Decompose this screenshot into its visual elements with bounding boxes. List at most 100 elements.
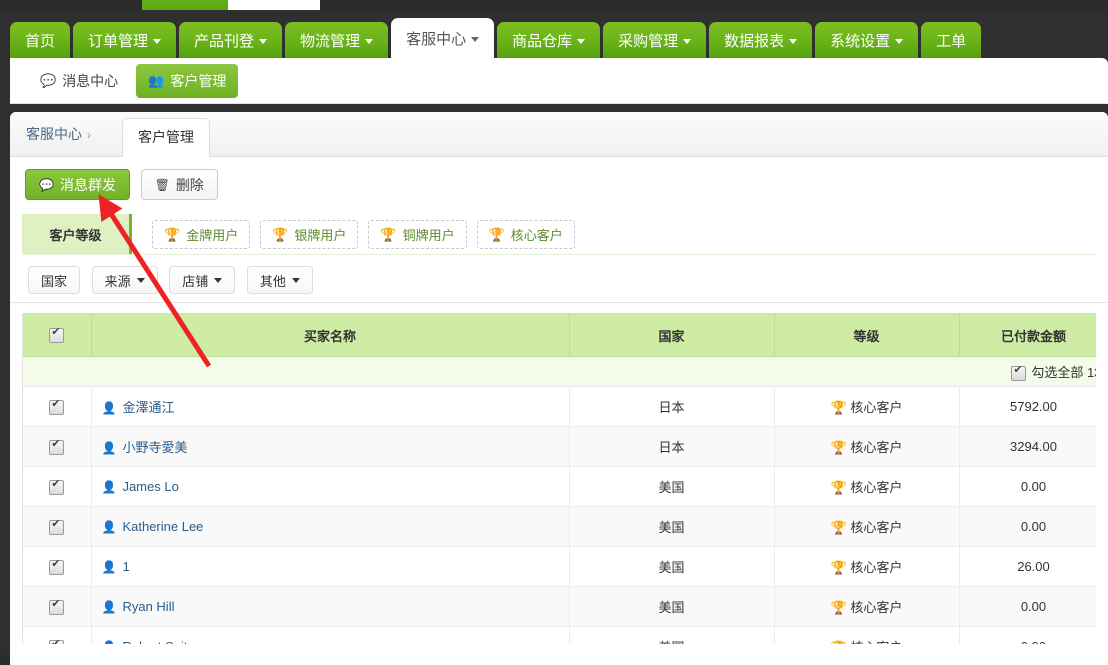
- level-option-silver[interactable]: 🏆 银牌用户: [260, 219, 359, 249]
- row-checkbox-cell[interactable]: [23, 586, 92, 627]
- subnav-item-customer-management[interactable]: 👥 客户管理: [136, 64, 239, 98]
- trophy-icon: 🏆: [380, 226, 397, 242]
- chevron-down-icon: [365, 38, 374, 44]
- nav-tab-system-settings[interactable]: 系统设置: [815, 22, 919, 62]
- subnav-divider: [10, 103, 1108, 104]
- nav-tab-product-listing[interactable]: 产品刊登: [179, 22, 283, 62]
- row-buyer-name[interactable]: Ryan Hill: [122, 599, 174, 614]
- filter-source-button[interactable]: 来源: [91, 266, 158, 294]
- row-checkbox[interactable]: [49, 478, 65, 495]
- select-all-checkbox[interactable]: [49, 326, 65, 344]
- level-option-core[interactable]: 🏆 核心客户: [476, 219, 575, 249]
- row-checkbox[interactable]: [49, 558, 65, 575]
- row-checkbox-cell[interactable]: [23, 426, 92, 467]
- row-level-label: 核心客户: [850, 560, 903, 575]
- partial-tab-white: [228, 0, 320, 10]
- subnav-item-message-center-label: 消息中心: [62, 73, 119, 89]
- column-select-all[interactable]: [23, 314, 92, 357]
- person-icon: 👤: [102, 640, 117, 644]
- table-row[interactable]: 👤 Ryan Hill 美国 🏆 核心客户 0.00: [23, 586, 1096, 627]
- table-row[interactable]: 👤1 美国 🏆 核心客户 26.00: [23, 546, 1096, 587]
- table-header-row: 买家名称 国家 等级 已付款金额: [23, 314, 1096, 357]
- nav-tab-purchasing[interactable]: 采购管理: [603, 22, 707, 62]
- row-buyer-name-cell: 👤 Ryan Hill: [91, 586, 570, 627]
- breadcrumb-bar: 客服中心 › 客户管理: [10, 112, 1108, 157]
- row-checkbox[interactable]: [49, 518, 65, 535]
- chevron-down-icon: [136, 277, 145, 283]
- row-buyer-name-cell: 👤 小野寺愛美: [91, 426, 570, 467]
- nav-tab-order-management[interactable]: 订单管理: [73, 22, 177, 62]
- nav-tab-home-label: 首页: [25, 33, 56, 50]
- breadcrumb-current-tab-label: 客户管理: [138, 129, 194, 145]
- filter-store-button[interactable]: 店铺: [169, 266, 236, 294]
- chevron-down-icon: [471, 36, 480, 42]
- breadcrumb-root[interactable]: 客服中心 ›: [26, 112, 91, 156]
- primary-nav-tabs: 首页 订单管理 产品刊登 物流管理 客服中心 商品仓库 采购管理 数据报表 系统…: [10, 18, 982, 62]
- row-checkbox-cell[interactable]: [23, 506, 92, 547]
- level-option-gold[interactable]: 🏆 金牌用户: [152, 219, 251, 249]
- filter-country-button[interactable]: 国家: [28, 266, 81, 294]
- column-paid-amount[interactable]: 已付款金额: [959, 314, 1096, 357]
- column-country[interactable]: 国家: [569, 314, 775, 357]
- chevron-down-icon: [291, 277, 300, 283]
- chevron-down-icon: [577, 38, 586, 44]
- row-buyer-name[interactable]: 金澤通江: [122, 400, 174, 415]
- row-buyer-name[interactable]: Katherine Lee: [122, 519, 203, 534]
- row-checkbox[interactable]: [49, 638, 65, 644]
- row-level-label: 核心客户: [850, 400, 903, 415]
- row-buyer-name[interactable]: James Lo: [122, 479, 178, 494]
- row-country-cell: 美国: [569, 626, 775, 644]
- subnav-item-message-center[interactable]: 💬 消息中心: [28, 64, 130, 98]
- person-icon: 👤: [101, 441, 117, 455]
- filter-other-button[interactable]: 其他: [246, 266, 313, 294]
- select-all-banner[interactable]: 勾选全部 1315 项: [1011, 364, 1096, 382]
- table-row[interactable]: 👤 James Lo 美国 🏆 核心客户 0.00: [23, 466, 1096, 507]
- nav-tab-reports[interactable]: 数据报表: [709, 22, 813, 62]
- row-checkbox[interactable]: [49, 398, 65, 415]
- nav-tab-warehouse[interactable]: 商品仓库: [497, 22, 601, 62]
- row-level-cell: 🏆 核心客户: [774, 626, 960, 644]
- filter-store-label: 店铺: [182, 273, 209, 289]
- column-level[interactable]: 等级: [774, 314, 960, 357]
- table-row[interactable]: 👤 Katherine Lee 美国 🏆 核心客户 0.00: [23, 506, 1096, 547]
- select-all-banner-row: 勾选全部 1315 项: [23, 356, 1096, 387]
- delete-button[interactable]: 🗑 删除: [140, 169, 218, 200]
- table-row[interactable]: 👤 小野寺愛美 日本 🏆 核心客户 3294.00: [23, 426, 1096, 467]
- row-buyer-name[interactable]: Robert Spitzer: [122, 639, 205, 644]
- row-checkbox-cell[interactable]: [23, 386, 92, 427]
- row-checkbox[interactable]: [49, 438, 65, 455]
- nav-tab-home[interactable]: 首页: [10, 22, 71, 62]
- select-all-items-checkbox[interactable]: [1011, 364, 1027, 382]
- chevron-down-icon: [259, 38, 268, 44]
- row-checkbox-cell[interactable]: [23, 546, 92, 587]
- nav-tab-tickets[interactable]: 工单: [921, 22, 982, 62]
- row-level-cell: 🏆 核心客户: [774, 546, 960, 587]
- row-checkbox-cell[interactable]: [23, 466, 92, 507]
- row-level-label: 核心客户: [850, 520, 903, 535]
- row-country-cell: 美国: [569, 546, 775, 587]
- broadcast-message-button[interactable]: 💬 消息群发: [25, 169, 130, 200]
- column-buyer-name[interactable]: 买家名称: [91, 314, 570, 357]
- row-buyer-name[interactable]: 1: [122, 559, 129, 574]
- content-panel: 客服中心 › 客户管理 💬 消息群发 🗑 删除 客户等级 🏆 金牌用户 🏆 银牌…: [10, 112, 1108, 665]
- table-row[interactable]: 👤 金澤通江 日本 🏆 核心客户 5792.00: [23, 386, 1096, 427]
- nav-tab-customer-service[interactable]: 客服中心: [391, 18, 495, 62]
- table-row[interactable]: 👤 Robert Spitzer 美国 🏆 核心客户 0.00: [23, 626, 1096, 644]
- person-icon: 👤: [101, 480, 117, 494]
- customer-table-container[interactable]: 买家名称 国家 等级 已付款金额 勾选全部 1315 项: [22, 313, 1096, 644]
- nav-tab-order-management-label: 订单管理: [88, 33, 149, 50]
- nav-tab-reports-label: 数据报表: [724, 33, 785, 50]
- breadcrumb-current-tab[interactable]: 客户管理: [122, 118, 210, 157]
- message-icon: 💬: [39, 177, 54, 192]
- row-checkbox-cell[interactable]: [23, 626, 92, 644]
- nav-tab-logistics-label: 物流管理: [300, 33, 361, 50]
- row-buyer-name[interactable]: 小野寺愛美: [122, 440, 187, 455]
- row-checkbox[interactable]: [49, 598, 65, 615]
- users-icon: 👥: [148, 73, 165, 88]
- nav-tab-logistics[interactable]: 物流管理: [285, 22, 389, 62]
- level-option-bronze[interactable]: 🏆 铜牌用户: [368, 219, 467, 249]
- chevron-down-icon: [683, 38, 692, 44]
- customer-table-head: 买家名称 国家 等级 已付款金额: [23, 314, 1096, 357]
- row-paid-cell: 0.00: [959, 626, 1096, 644]
- row-paid-cell: 0.00: [959, 586, 1096, 627]
